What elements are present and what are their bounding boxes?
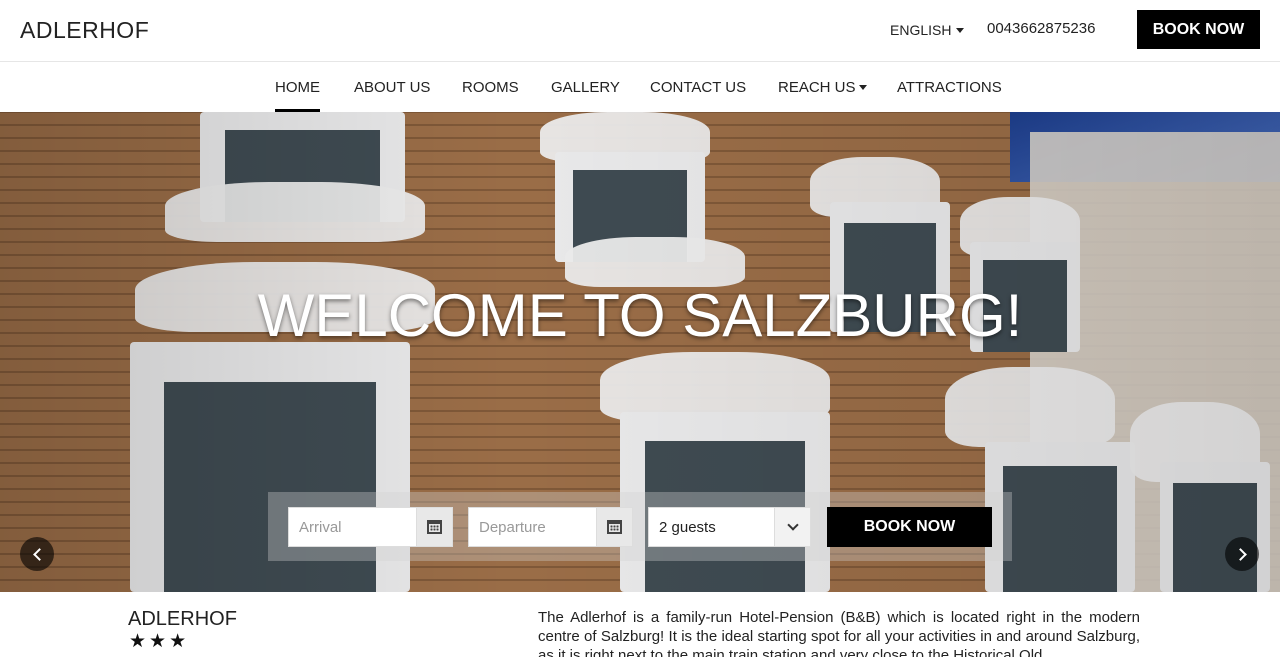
book-now-button[interactable]: BOOK NOW bbox=[1137, 10, 1260, 49]
booking-submit-button[interactable]: BOOK NOW bbox=[827, 507, 992, 547]
nav-item-home[interactable]: HOME bbox=[275, 79, 320, 112]
hero-title: WELCOME TO SALZBURG! bbox=[257, 282, 1023, 349]
departure-placeholder: Departure bbox=[479, 519, 546, 536]
nav-item-reach-us-label: REACH US bbox=[778, 79, 856, 96]
nav-item-rooms[interactable]: ROOMS bbox=[462, 79, 519, 96]
guests-value: 2 guests bbox=[659, 519, 716, 536]
language-label: ENGLISH bbox=[890, 22, 952, 38]
nav-item-attractions[interactable]: ATTRACTIONS bbox=[897, 79, 1002, 96]
hotel-description: The Adlerhof is a family-run Hotel-Pensi… bbox=[538, 609, 1140, 657]
arrival-placeholder: Arrival bbox=[299, 519, 342, 536]
top-bar: ADLERHOF ENGLISH 0043662875236 BOOK NOW bbox=[0, 0, 1280, 62]
chevron-right-icon bbox=[1233, 547, 1247, 561]
star-rating: ★★★ bbox=[129, 631, 190, 652]
slider-next-button[interactable] bbox=[1225, 537, 1259, 571]
guests-select[interactable]: 2 guests bbox=[648, 507, 811, 547]
hero-slider: WELCOME TO SALZBURG! Arrival Departure 2… bbox=[0, 112, 1280, 592]
nav-item-about-us[interactable]: ABOUT US bbox=[354, 79, 430, 96]
departure-field[interactable]: Departure bbox=[468, 507, 633, 547]
calendar-icon[interactable] bbox=[596, 508, 632, 546]
slider-prev-button[interactable] bbox=[20, 537, 54, 571]
phone-number[interactable]: 0043662875236 bbox=[987, 20, 1095, 37]
language-selector[interactable]: ENGLISH bbox=[890, 22, 965, 38]
hotel-name: ADLERHOF bbox=[128, 608, 237, 630]
booking-form: Arrival Departure 2 guests BOOK NOW bbox=[268, 492, 1012, 561]
nav-item-reach-us[interactable]: REACH US bbox=[778, 79, 867, 96]
calendar-icon[interactable] bbox=[416, 508, 452, 546]
brand-logo[interactable]: ADLERHOF bbox=[20, 17, 149, 44]
caret-down-icon bbox=[956, 28, 965, 33]
main-nav: HOME ABOUT US ROOMS GALLERY CONTACT US R… bbox=[0, 63, 1280, 112]
nav-item-contact-us[interactable]: CONTACT US bbox=[650, 79, 746, 96]
caret-down-icon bbox=[858, 85, 867, 90]
chevron-left-icon bbox=[32, 547, 46, 561]
chevron-down-icon[interactable] bbox=[774, 508, 810, 546]
nav-item-gallery[interactable]: GALLERY bbox=[551, 79, 620, 96]
arrival-field[interactable]: Arrival bbox=[288, 507, 453, 547]
